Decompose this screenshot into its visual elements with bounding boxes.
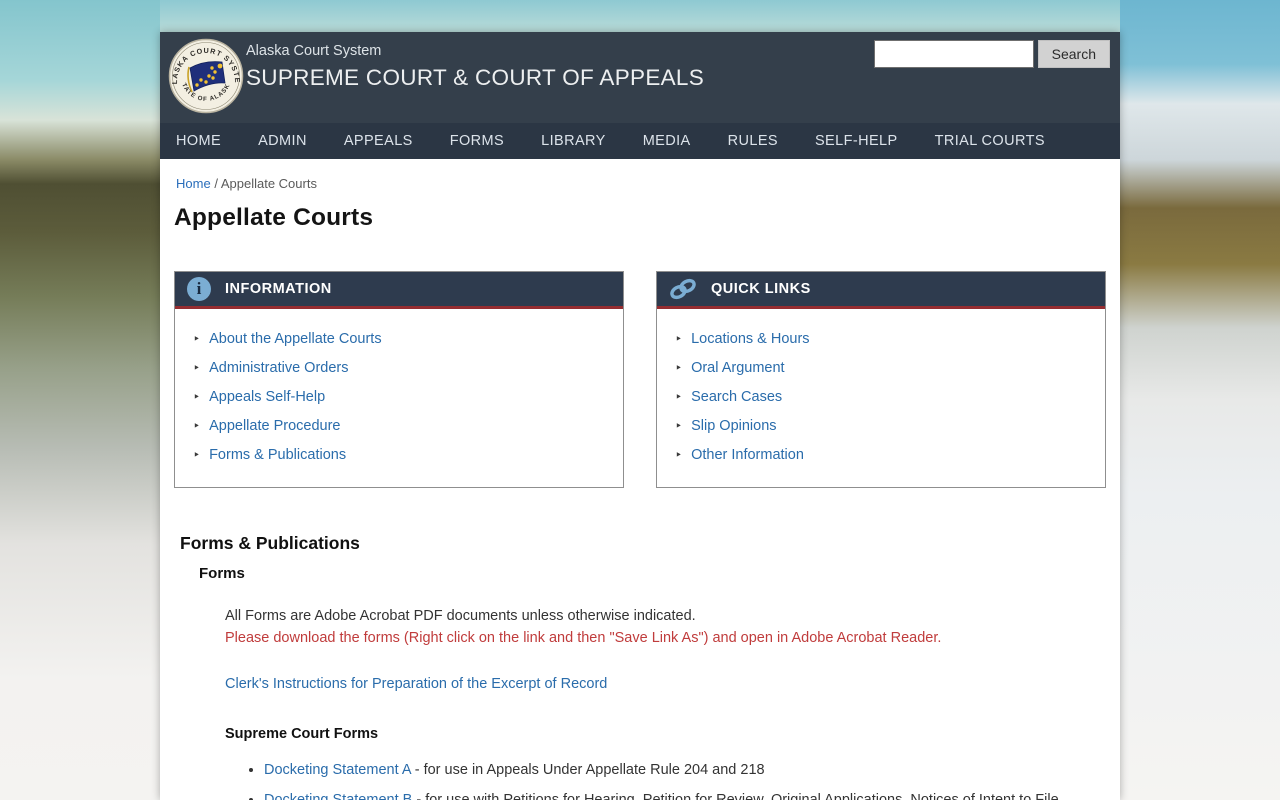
header-titles: Alaska Court System SUPREME COURT & COUR… [246,43,704,91]
triangle-bullet-icon: ‣ [675,390,683,404]
forms-publications-heading: Forms & Publications [180,533,360,553]
list-item: ‣ About the Appellate Courts [193,327,605,351]
list-item: ‣ Locations & Hours [675,327,1087,351]
forms-download-warning: Please download the forms (Right click o… [225,630,942,646]
list-item: ‣ Slip Opinions [675,414,1087,438]
nav-item-media[interactable]: MEDIA [643,133,691,149]
information-box-body: ‣ About the Appellate Courts ‣ Administrat… [175,309,623,487]
list-item: Docketing Statement A - for use in Appea… [264,759,1106,781]
supreme-court-forms-heading: Supreme Court Forms [225,726,379,742]
information-box: i INFORMATION ‣ About the Appellate Court… [174,271,624,488]
triangle-bullet-icon: ‣ [193,361,201,375]
nav-item-appeals[interactable]: APPEALS [344,133,413,149]
quick-links-box-body: ‣ Locations & Hours ‣ Oral Argument ‣ Searc… [657,309,1105,487]
triangle-bullet-icon: ‣ [193,448,201,462]
main-nav: HOME ADMIN APPEALS FORMS LIBRARY MEDIA R… [160,123,1120,159]
site-name: Alaska Court System [246,43,382,59]
list-item: ‣ Other Information [675,443,1087,467]
link-forms-publications[interactable]: Forms & Publications [209,443,346,467]
information-box-header: i INFORMATION [175,272,623,309]
forms-note: All Forms are Adobe Acrobat PDF document… [225,608,696,624]
site-title: SUPREME COURT & COURT OF APPEALS [246,65,705,90]
triangle-bullet-icon: ‣ [675,419,683,433]
nav-item-admin[interactable]: ADMIN [258,133,307,149]
link-search-cases[interactable]: Search Cases [691,385,782,409]
form-item-description: - for use in Appeals Under Appellate Rul… [410,762,765,778]
info-quicklinks-row: i INFORMATION ‣ About the Appellate Court… [174,271,1106,488]
triangle-bullet-icon: ‣ [193,390,201,404]
nav-item-library[interactable]: LIBRARY [541,133,606,149]
page-title: Appellate Courts [174,204,374,231]
supreme-court-forms-list: Docketing Statement A - for use in Appea… [246,759,1106,800]
list-item: ‣ Oral Argument [675,356,1087,380]
quick-links-box: QUICK LINKS ‣ Locations & Hours ‣ Oral Arg… [656,271,1106,488]
list-item: ‣ Appeals Self-Help [193,385,605,409]
nav-item-forms[interactable]: FORMS [450,133,504,149]
link-docketing-statement-a[interactable]: Docketing Statement A [264,762,411,778]
breadcrumb-separator: / [214,176,218,191]
background-scenery-top [160,0,1120,32]
link-docketing-statement-b[interactable]: Docketing Statement B [264,792,412,800]
triangle-bullet-icon: ‣ [193,419,201,433]
link-administrative-orders[interactable]: Administrative Orders [209,356,348,380]
background-scenery-right [1120,0,1280,800]
info-icon: i [187,277,211,301]
forms-publications-section: Forms & Publications Forms All Forms are… [180,533,1106,800]
link-locations-hours[interactable]: Locations & Hours [691,327,809,351]
link-oral-argument[interactable]: Oral Argument [691,356,785,380]
quick-links-box-header: QUICK LINKS [657,272,1105,309]
breadcrumb: Home / Appellate Courts [176,176,1106,191]
breadcrumb-home-link[interactable]: Home [176,176,211,191]
nav-item-home[interactable]: HOME [176,133,221,149]
search-input[interactable] [873,40,1034,68]
nav-item-trial-courts[interactable]: TRIAL COURTS [935,133,1045,149]
list-item: ‣ Appellate Procedure [193,414,605,438]
triangle-bullet-icon: ‣ [675,361,683,375]
site-header: ALASKA COURT SYSTEM STATE OF ALASKA Alas… [160,32,1120,123]
search-area: Search [873,40,1110,68]
quick-links-box-title: QUICK LINKS [711,281,811,297]
triangle-bullet-icon: ‣ [675,448,683,462]
page-column: ALASKA COURT SYSTEM STATE OF ALASKA Alas… [160,32,1120,800]
link-clerks-instructions[interactable]: Clerk's Instructions for Preparation of … [225,676,607,692]
link-appellate-procedure[interactable]: Appellate Procedure [209,414,340,438]
triangle-bullet-icon: ‣ [675,332,683,346]
forms-subheading: Forms [199,565,245,582]
chain-link-icon [670,278,696,300]
search-button[interactable]: Search [1037,40,1110,68]
link-slip-opinions[interactable]: Slip Opinions [691,414,776,438]
list-item: ‣ Forms & Publications [193,443,605,467]
list-item: ‣ Search Cases [675,385,1087,409]
nav-item-self-help[interactable]: SELF-HELP [815,133,898,149]
background-scenery-left [0,0,160,800]
link-other-information[interactable]: Other Information [691,443,804,467]
nav-item-rules[interactable]: RULES [728,133,778,149]
link-about-appellate-courts[interactable]: About the Appellate Courts [209,327,382,351]
breadcrumb-current: Appellate Courts [220,176,317,191]
triangle-bullet-icon: ‣ [193,332,201,346]
alaska-court-system-logo[interactable]: ALASKA COURT SYSTEM STATE OF ALASKA [168,38,244,114]
list-item: Docketing Statement B - for use with Pet… [264,789,1106,800]
main-content: Home / Appellate Courts Appellate Courts… [160,159,1120,800]
information-box-title: INFORMATION [225,281,332,297]
list-item: ‣ Administrative Orders [193,356,605,380]
link-appeals-self-help[interactable]: Appeals Self-Help [209,385,325,409]
